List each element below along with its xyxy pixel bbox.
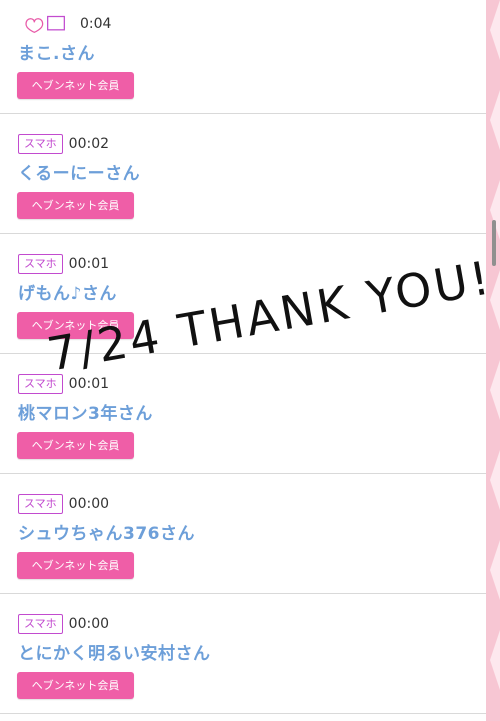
member-badge-button[interactable]: ヘブンネット会員 [17, 432, 134, 459]
device-badge: スマホ [18, 254, 63, 274]
visit-time: 00:01 [68, 256, 110, 272]
entry-meta: スマホ 00:00 [18, 494, 109, 514]
device-badge: スマホ [18, 134, 63, 154]
visit-time: 00:01 [68, 376, 110, 392]
member-badge-button[interactable]: ヘブンネット会員 [17, 672, 134, 699]
entry-meta: スマホ 00:00 [18, 614, 109, 634]
member-badge-button[interactable]: ヘブンネット会員 [17, 552, 134, 579]
heart-outline-icon [25, 15, 65, 34]
entry-meta: スマホ 00:02 [18, 134, 109, 154]
list-item: スマホ 00:00 とにかく明るい安村さん ヘブンネット会員 [0, 594, 486, 714]
visit-time: 0:04 [80, 16, 112, 32]
scrollbar-thumb[interactable] [492, 220, 496, 266]
list-item: スマホ 00:00 シュウちゃん376さん ヘブンネット会員 [0, 474, 486, 594]
visit-time: 00:00 [68, 616, 110, 632]
member-badge-button[interactable]: ヘブンネット会員 [17, 192, 134, 219]
entry-meta: 0:04 [18, 14, 111, 34]
list-item: 0:04 まこ.さん ヘブンネット会員 [0, 0, 486, 114]
list-item: スマホ 00:02 くるーにーさん ヘブンネット会員 [0, 114, 486, 234]
device-badge: スマホ [18, 614, 63, 634]
entry-meta: スマホ 00:01 [18, 254, 109, 274]
visitor-name[interactable]: くるーにーさん [18, 159, 140, 184]
decorative-side-rail [486, 0, 500, 721]
zigzag-pattern-icon [486, 0, 500, 721]
visitor-name[interactable]: とにかく明るい安村さん [18, 639, 211, 664]
visitor-name[interactable]: 桃マロン3年さん [18, 399, 153, 424]
visitor-name[interactable]: げもん♪さん [18, 279, 117, 304]
member-badge-button[interactable]: ヘブンネット会員 [17, 72, 134, 99]
visit-time: 00:02 [68, 136, 110, 152]
visitor-name[interactable]: まこ.さん [18, 39, 95, 64]
device-badge: スマホ [18, 494, 63, 514]
visit-time: 00:00 [68, 496, 110, 512]
visitor-name[interactable]: シュウちゃん376さん [18, 519, 195, 544]
